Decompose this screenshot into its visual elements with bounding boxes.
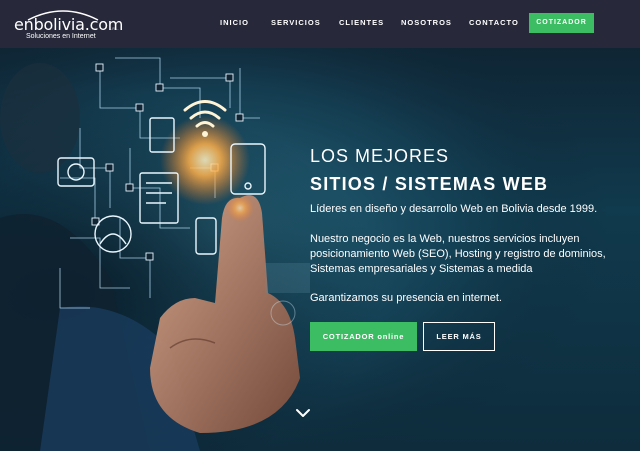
cotizador-button[interactable]: COTIZADOR: [529, 13, 594, 33]
nav-item-inicio[interactable]: INICIO: [220, 18, 249, 30]
logo-suffix: S.R.L.: [109, 27, 119, 31]
hero-paragraph-line2: posicionamiento Web (SEO), Hosting y reg…: [310, 248, 606, 260]
hero-paragraph-line3: Sistemas empresariales y Sistemas a medi…: [310, 263, 533, 275]
logo-tagline: Soluciones en Internet: [26, 33, 96, 40]
nav-item-contacto[interactable]: CONTACTO: [469, 18, 519, 30]
hero-subtitle: Líderes en diseño y desarrollo Web en Bo…: [310, 203, 598, 215]
hero-paragraph-line1: Nuestro negocio es la Web, nuestros serv…: [310, 233, 580, 245]
hero-section: LOS MEJORES SITIOS / SISTEMAS WEB Lídere…: [0, 48, 640, 451]
hero-title-line2: SITIOS / SISTEMAS WEB: [310, 174, 549, 194]
cotizador-online-button[interactable]: COTIZADOR online: [310, 322, 417, 351]
logo-name: enbolivia.com: [14, 15, 124, 34]
nav-item-servicios[interactable]: SERVICIOS: [271, 18, 321, 30]
nav-item-nosotros[interactable]: NOSOTROS: [401, 18, 452, 30]
leer-mas-button[interactable]: LEER MÁS: [423, 322, 495, 351]
hero-tagline: Garantizamos su presencia en internet.: [310, 292, 502, 304]
navbar: enbolivia.com S.R.L. Soluciones en Inter…: [0, 0, 640, 48]
page: enbolivia.com S.R.L. Soluciones en Inter…: [0, 0, 640, 451]
hero-title-line1: LOS MEJORES: [310, 146, 450, 166]
nav-item-clientes[interactable]: CLIENTES: [339, 18, 384, 30]
chevron-down-icon[interactable]: [294, 406, 312, 420]
logo[interactable]: enbolivia.com S.R.L. Soluciones en Inter…: [14, 6, 123, 42]
